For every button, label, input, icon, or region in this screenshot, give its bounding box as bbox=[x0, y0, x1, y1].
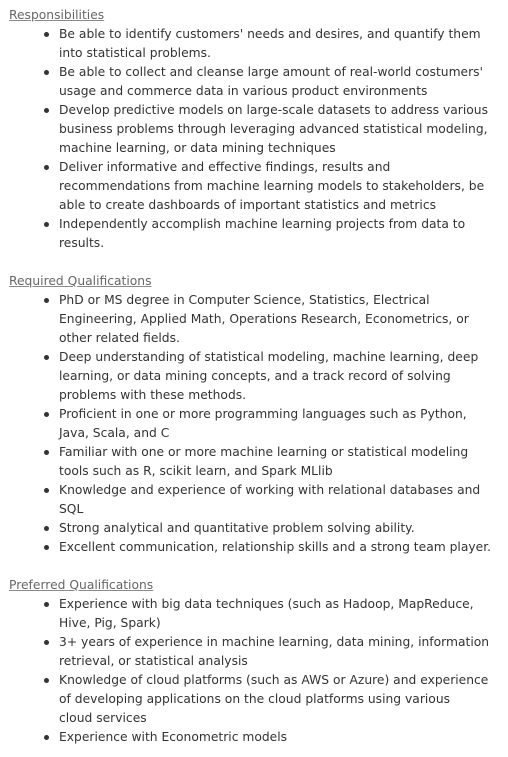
list-item: Experience with big data techniques (suc… bbox=[44, 595, 500, 633]
list-item-line: Engineering, Applied Math, Operations Re… bbox=[59, 312, 469, 326]
list-item-line: results. bbox=[59, 236, 105, 250]
required-qualifications-section: Required Qualifications PhD or MS degree… bbox=[9, 272, 500, 557]
bullet-icon bbox=[44, 678, 49, 683]
list-item-line: Experience with big data techniques (suc… bbox=[59, 597, 474, 611]
list-item-line: tools such as R, scikit learn, and Spark… bbox=[59, 464, 333, 478]
list-item-line: able to create dashboards of important s… bbox=[59, 198, 436, 212]
list-item-line: Familiar with one or more machine learni… bbox=[59, 445, 469, 459]
bullet-icon bbox=[44, 70, 49, 75]
bullet-icon bbox=[44, 32, 49, 37]
bullet-icon bbox=[44, 298, 49, 303]
list-item-line: Strong analytical and quantitative probl… bbox=[59, 521, 415, 535]
list-item-line: Knowledge and experience of working with… bbox=[59, 483, 481, 497]
list-item-line: SQL bbox=[59, 502, 84, 516]
list-item-line: recommendations from machine learning mo… bbox=[59, 179, 485, 193]
list-item-line: into statistical problems. bbox=[59, 46, 211, 60]
bullet-icon bbox=[44, 735, 49, 740]
bullet-icon bbox=[44, 108, 49, 113]
bullet-icon bbox=[44, 545, 49, 550]
list-item-line: Hive, Pig, Spark) bbox=[59, 616, 161, 630]
list-item-line: usage and commerce data in various produ… bbox=[59, 84, 428, 98]
required-qualifications-list: PhD or MS degree in Computer Science, St… bbox=[9, 291, 500, 557]
list-item: PhD or MS degree in Computer Science, St… bbox=[44, 291, 500, 348]
bullet-icon bbox=[44, 488, 49, 493]
list-item-line: retrieval, or statistical analysis bbox=[59, 654, 248, 668]
bullet-icon bbox=[44, 602, 49, 607]
list-item: Excellent communication, relationship sk… bbox=[44, 538, 500, 557]
list-item: Knowledge and experience of working with… bbox=[44, 481, 500, 519]
list-item: Develop predictive models on large-scale… bbox=[44, 101, 500, 158]
list-item-line: PhD or MS degree in Computer Science, St… bbox=[59, 293, 430, 307]
list-item-line: Knowledge of cloud platforms (such as AW… bbox=[59, 673, 489, 687]
responsibilities-list: Be able to identify customers' needs and… bbox=[9, 25, 500, 253]
list-item-line: Deep understanding of statistical modeli… bbox=[59, 350, 479, 364]
list-item: Be able to identify customers' needs and… bbox=[44, 25, 500, 63]
list-item: Knowledge of cloud platforms (such as AW… bbox=[44, 671, 500, 728]
section-heading: Preferred Qualifications bbox=[9, 578, 154, 592]
list-item-line: Be able to collect and cleanse large amo… bbox=[59, 65, 483, 79]
list-item: Be able to collect and cleanse large amo… bbox=[44, 63, 500, 101]
bullet-icon bbox=[44, 640, 49, 645]
responsibilities-section: Responsibilities Be able to identify cus… bbox=[9, 6, 500, 253]
list-item-line: cloud services bbox=[59, 711, 147, 725]
list-item: Deep understanding of statistical modeli… bbox=[44, 348, 500, 405]
list-item: Strong analytical and quantitative probl… bbox=[44, 519, 500, 538]
bullet-icon bbox=[44, 450, 49, 455]
preferred-qualifications-list: Experience with big data techniques (suc… bbox=[9, 595, 500, 747]
list-item-line: Be able to identify customers' needs and… bbox=[59, 27, 481, 41]
bullet-icon bbox=[44, 412, 49, 417]
list-item-line: learning, or data mining concepts, and a… bbox=[59, 369, 451, 383]
list-item: Independently accomplish machine learnin… bbox=[44, 215, 500, 253]
list-item-line: problems with these methods. bbox=[59, 388, 247, 402]
list-item: 3+ years of experience in machine learni… bbox=[44, 633, 500, 671]
list-item: Deliver informative and effective findin… bbox=[44, 158, 500, 215]
list-item-line: Develop predictive models on large-scale… bbox=[59, 103, 488, 117]
list-item-line: of developing applications on the cloud … bbox=[59, 692, 451, 706]
list-item-line: 3+ years of experience in machine learni… bbox=[59, 635, 490, 649]
bullet-icon bbox=[44, 222, 49, 227]
list-item-line: Excellent communication, relationship sk… bbox=[59, 540, 492, 554]
section-heading: Responsibilities bbox=[9, 8, 105, 22]
job-description: Responsibilities Be able to identify cus… bbox=[0, 0, 508, 757]
list-item-line: Independently accomplish machine learnin… bbox=[59, 217, 466, 231]
list-item-line: other related fields. bbox=[59, 331, 180, 345]
bullet-icon bbox=[44, 165, 49, 170]
section-heading: Required Qualifications bbox=[9, 274, 152, 288]
bullet-icon bbox=[44, 355, 49, 360]
list-item: Experience with Econometric models bbox=[44, 728, 500, 747]
list-item: Proficient in one or more programming la… bbox=[44, 405, 500, 443]
list-item: Familiar with one or more machine learni… bbox=[44, 443, 500, 481]
preferred-qualifications-section: Preferred Qualifications Experience with… bbox=[9, 576, 500, 747]
bullet-icon bbox=[44, 526, 49, 531]
list-item-line: Experience with Econometric models bbox=[59, 730, 288, 744]
list-item-line: Deliver informative and effective findin… bbox=[59, 160, 391, 174]
list-item-line: business problems through leveraging adv… bbox=[59, 122, 488, 136]
list-item-line: machine learning, or data mining techniq… bbox=[59, 141, 336, 155]
list-item-line: Proficient in one or more programming la… bbox=[59, 407, 467, 421]
list-item-line: Java, Scala, and C bbox=[59, 426, 170, 440]
